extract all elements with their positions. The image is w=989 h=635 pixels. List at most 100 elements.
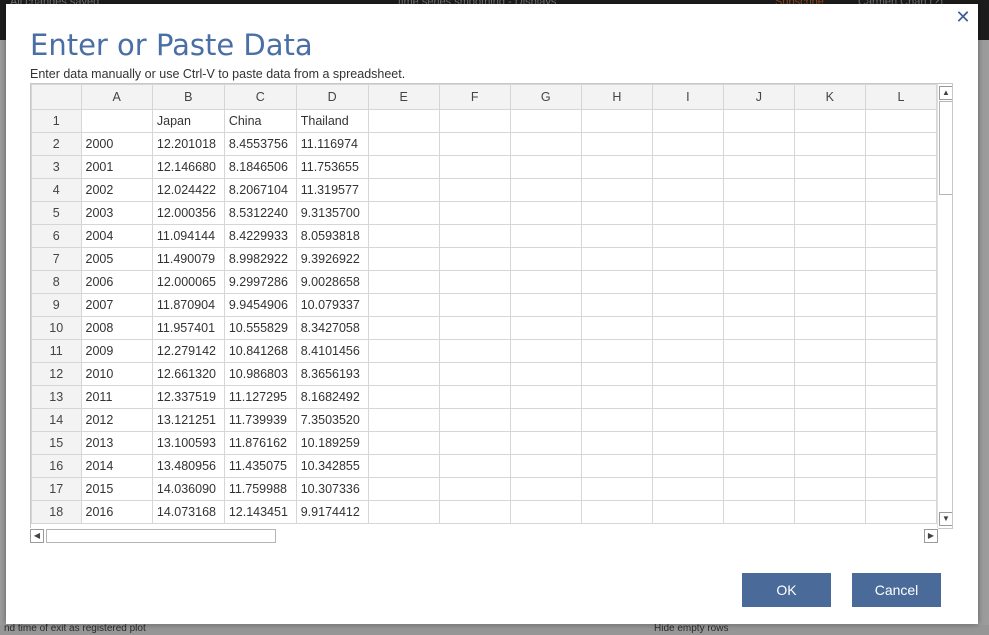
grid-cell[interactable]: 8.3656193: [295, 362, 369, 386]
grid-cell[interactable]: [722, 339, 795, 363]
column-header-f[interactable]: F: [438, 84, 511, 110]
grid-cell[interactable]: [651, 316, 724, 340]
grid-cell[interactable]: [509, 477, 582, 501]
grid-cell[interactable]: [509, 155, 582, 179]
grid-cell[interactable]: 11.876162: [223, 431, 297, 455]
grid-cell[interactable]: [438, 224, 511, 248]
grid-cell[interactable]: [367, 454, 440, 478]
grid-cell[interactable]: 7.3503520: [295, 408, 369, 432]
grid-cell[interactable]: 8.4553756: [223, 132, 297, 156]
grid-cell[interactable]: [367, 178, 440, 202]
grid-cell[interactable]: [864, 132, 937, 156]
grid-cell[interactable]: 11.870904: [151, 293, 225, 317]
grid-cell[interactable]: [793, 339, 866, 363]
horizontal-scrollbar[interactable]: ◀ ▶: [30, 528, 938, 543]
close-icon[interactable]: ✕: [954, 8, 972, 26]
grid-cell[interactable]: [367, 224, 440, 248]
grid-cell[interactable]: [367, 385, 440, 409]
grid-cell[interactable]: 13.480956: [151, 454, 225, 478]
grid-cell[interactable]: [864, 293, 937, 317]
row-header[interactable]: 16: [31, 454, 82, 478]
grid-cell[interactable]: [793, 385, 866, 409]
grid-cell[interactable]: [651, 408, 724, 432]
grid-cell[interactable]: [651, 224, 724, 248]
grid-cell[interactable]: [793, 431, 866, 455]
grid-cell[interactable]: [722, 247, 795, 271]
row-header[interactable]: 17: [31, 477, 82, 501]
grid-cell[interactable]: [651, 339, 724, 363]
grid-cell[interactable]: [580, 109, 653, 133]
grid-cell[interactable]: [80, 109, 153, 133]
grid-cell[interactable]: [864, 316, 937, 340]
column-header-k[interactable]: K: [793, 84, 866, 110]
grid-cell[interactable]: [864, 477, 937, 501]
grid-cell[interactable]: [438, 454, 511, 478]
grid-cell[interactable]: 2016: [80, 500, 153, 524]
grid-cell[interactable]: [722, 408, 795, 432]
vertical-scrollbar[interactable]: ▲ ▼: [937, 84, 952, 528]
grid-cell[interactable]: 8.1846506: [223, 155, 297, 179]
grid-cell[interactable]: 12.000356: [151, 201, 225, 225]
grid-cell[interactable]: [367, 109, 440, 133]
grid-cell[interactable]: [864, 362, 937, 386]
row-header[interactable]: 7: [31, 247, 82, 271]
grid-cell[interactable]: [367, 316, 440, 340]
grid-cell[interactable]: 2007: [80, 293, 153, 317]
grid-cell[interactable]: 11.753655: [295, 155, 369, 179]
grid-cell[interactable]: [509, 316, 582, 340]
grid-cell[interactable]: 8.5312240: [223, 201, 297, 225]
grid-cell[interactable]: [722, 385, 795, 409]
grid-cell[interactable]: [864, 454, 937, 478]
grid-cell[interactable]: [438, 431, 511, 455]
grid-cell[interactable]: [864, 224, 937, 248]
grid-cell[interactable]: 9.3926922: [295, 247, 369, 271]
grid-cell[interactable]: [509, 385, 582, 409]
grid-cell[interactable]: [722, 454, 795, 478]
grid-cell[interactable]: 8.2067104: [223, 178, 297, 202]
row-header[interactable]: 9: [31, 293, 82, 317]
grid-cell[interactable]: 11.957401: [151, 316, 225, 340]
grid-cell[interactable]: [509, 454, 582, 478]
grid-cell[interactable]: [367, 270, 440, 294]
grid-cell[interactable]: [651, 431, 724, 455]
grid-cell[interactable]: [367, 155, 440, 179]
grid-cell[interactable]: [509, 247, 582, 271]
grid-cell[interactable]: 12.000065: [151, 270, 225, 294]
grid-cell[interactable]: [438, 477, 511, 501]
grid-cell[interactable]: 10.307336: [295, 477, 369, 501]
grid-cell[interactable]: 12.146680: [151, 155, 225, 179]
row-header[interactable]: 4: [31, 178, 82, 202]
grid-cell[interactable]: [580, 155, 653, 179]
grid-cell[interactable]: [864, 431, 937, 455]
grid-cell[interactable]: [864, 408, 937, 432]
grid-cell[interactable]: [509, 224, 582, 248]
row-header[interactable]: 10: [31, 316, 82, 340]
grid-cell[interactable]: [509, 270, 582, 294]
grid-cell[interactable]: 10.555829: [223, 316, 297, 340]
column-header-j[interactable]: J: [722, 84, 795, 110]
grid-cell[interactable]: 14.073168: [151, 500, 225, 524]
grid-cell[interactable]: [438, 339, 511, 363]
grid-cell[interactable]: 10.079337: [295, 293, 369, 317]
grid-cell[interactable]: [722, 293, 795, 317]
column-header-i[interactable]: I: [651, 84, 724, 110]
scroll-right-icon[interactable]: ▶: [924, 529, 938, 543]
grid-cell[interactable]: 14.036090: [151, 477, 225, 501]
column-header-c[interactable]: C: [223, 84, 297, 110]
grid-cell[interactable]: [793, 270, 866, 294]
grid-cell[interactable]: [651, 385, 724, 409]
grid-cell[interactable]: [580, 385, 653, 409]
row-header[interactable]: 13: [31, 385, 82, 409]
grid-cell[interactable]: 11.116974: [295, 132, 369, 156]
grid-cell[interactable]: 12.337519: [151, 385, 225, 409]
grid-cell[interactable]: [793, 109, 866, 133]
grid-cell[interactable]: 2011: [80, 385, 153, 409]
grid-cell[interactable]: [367, 408, 440, 432]
grid-cell[interactable]: [793, 477, 866, 501]
grid-cell[interactable]: [651, 477, 724, 501]
grid-cell[interactable]: 9.9454906: [223, 293, 297, 317]
grid-cell[interactable]: [438, 201, 511, 225]
grid-cell[interactable]: 11.759988: [223, 477, 297, 501]
grid-cell[interactable]: [864, 247, 937, 271]
cancel-button[interactable]: Cancel: [852, 573, 941, 607]
